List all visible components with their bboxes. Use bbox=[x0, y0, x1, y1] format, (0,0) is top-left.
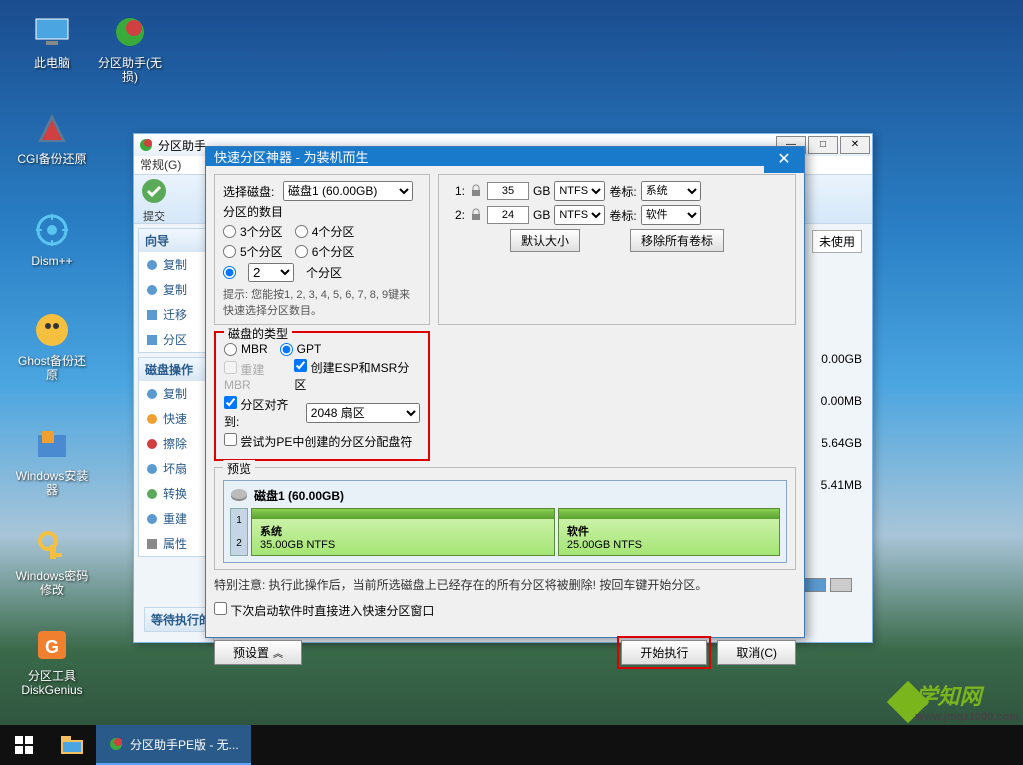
chk-try-pe[interactable]: 尝试为PE中创建的分区分配盘符 bbox=[224, 433, 412, 450]
cancel-button[interactable]: 取消(C) bbox=[717, 640, 796, 665]
left-panel: 向导 复制 复制 迁移 分区 磁盘操作 复制 快速 擦除 坏扇 转换 重建 属性 bbox=[134, 224, 214, 642]
preview-group: 预览 磁盘1 (60.00GB) 1 2 系统 35.00GB bbox=[214, 467, 796, 570]
dialog-title: 快速分区神器 - 为装机而生 bbox=[214, 147, 369, 166]
fs-select-1[interactable]: NTFS bbox=[554, 181, 605, 201]
desktop-icon-partition-assistant[interactable]: 分区助手(无损) bbox=[92, 12, 168, 84]
panel-item[interactable]: 复制 bbox=[139, 277, 208, 302]
panel-item[interactable]: 复制 bbox=[139, 381, 208, 406]
preview-part-2: 软件 25.00GB NTFS bbox=[558, 508, 780, 556]
radio-3parts[interactable]: 3个分区 bbox=[223, 223, 283, 240]
toolbar-submit[interactable]: 提交 bbox=[140, 177, 168, 224]
panel-guide-title: 向导 bbox=[139, 229, 208, 252]
desktop-icon-dism[interactable]: Dism++ bbox=[14, 210, 90, 268]
app-icon bbox=[108, 736, 124, 752]
disk-select[interactable]: 磁盘1 (60.00GB) bbox=[283, 181, 413, 201]
size-input-1[interactable] bbox=[487, 182, 529, 200]
warning-text: 特别注意: 执行此操作后，当前所选磁盘上已经存在的所有分区将被删除! 按回车键开… bbox=[214, 576, 796, 593]
radio-5parts[interactable]: 5个分区 bbox=[223, 243, 283, 260]
close-button[interactable]: ✕ bbox=[840, 136, 870, 154]
desktop-icon-winpass[interactable]: Windows密码修改 bbox=[14, 525, 90, 597]
label-select-2[interactable]: 软件 bbox=[641, 205, 701, 225]
chk-rebuild-mbr[interactable]: 重建MBR bbox=[224, 361, 290, 392]
desktop-icon-this-pc[interactable]: 此电脑 bbox=[14, 12, 90, 70]
preview-legend: 预览 bbox=[223, 460, 255, 477]
fs-select-2[interactable]: NTFS bbox=[554, 205, 605, 225]
chk-create-esp[interactable]: 创建ESP和MSR分区 bbox=[294, 359, 420, 393]
taskbar: 分区助手PE版 - 无... bbox=[0, 725, 1023, 765]
panel-disk-title: 磁盘操作 bbox=[139, 358, 208, 381]
label-select-1[interactable]: 系统 bbox=[641, 181, 701, 201]
panel-item[interactable]: 迁移 bbox=[139, 302, 208, 327]
lock-icon bbox=[469, 208, 483, 222]
menu-general[interactable]: 常规(G) bbox=[140, 156, 181, 174]
chevron-icon: ︽ bbox=[273, 649, 283, 660]
panel-item[interactable]: 快速 bbox=[139, 406, 208, 431]
lock-icon bbox=[469, 184, 483, 198]
panel-item[interactable]: 复制 bbox=[139, 252, 208, 277]
desktop-icon-diskgenius[interactable]: G 分区工具DiskGenius bbox=[14, 625, 90, 697]
preview-index: 1 2 bbox=[230, 508, 248, 556]
desktop-icon-ghost[interactable]: Ghost备份还原 bbox=[14, 310, 90, 382]
hint-text: 提示: 您能按1, 2, 3, 4, 5, 6, 7, 8, 9键来快速选择分区… bbox=[223, 286, 421, 318]
radio-gpt[interactable]: GPT bbox=[280, 342, 322, 356]
part-count-label: 分区的数目 bbox=[223, 203, 421, 220]
col-unused: 未使用 bbox=[812, 230, 862, 253]
panel-item[interactable]: 属性 bbox=[139, 531, 208, 556]
partition-row-1: 1: GB NTFS 卷标: 系统 bbox=[447, 181, 787, 201]
taskbar-explorer-icon[interactable] bbox=[48, 725, 96, 765]
watermark: 学知网 www.jmqz1000.com bbox=[915, 679, 1019, 723]
disk-type-group: 磁盘的类型 MBR GPT 重建MBR 创建ESP和MSR分区 分区对齐到: 2… bbox=[214, 331, 430, 461]
select-disk-label: 选择磁盘: bbox=[223, 183, 283, 200]
preset-button[interactable]: 预设置︽ bbox=[214, 640, 302, 665]
preview-disk-header: 磁盘1 (60.00GB) bbox=[254, 487, 344, 504]
desktop-icon-winsetup[interactable]: Windows安装器 bbox=[14, 425, 90, 497]
app-icon bbox=[138, 137, 154, 153]
radio-6parts[interactable]: 6个分区 bbox=[295, 243, 355, 260]
radio-custom[interactable] bbox=[223, 266, 236, 279]
remove-labels-button[interactable]: 移除所有卷标 bbox=[630, 229, 724, 252]
radio-mbr[interactable]: MBR bbox=[224, 342, 268, 356]
default-size-button[interactable]: 默认大小 bbox=[510, 229, 580, 252]
align-select[interactable]: 2048 扇区 bbox=[306, 403, 420, 423]
custom-count-select[interactable]: 2 bbox=[248, 263, 294, 282]
panel-item[interactable]: 擦除 bbox=[139, 431, 208, 456]
bg-values: 0.00GB 0.00MB 5.64GB 5.41MB bbox=[812, 324, 862, 520]
svg-text:G: G bbox=[45, 637, 59, 657]
dialog-titlebar[interactable]: 快速分区神器 - 为装机而生 ✕ bbox=[206, 147, 804, 166]
desktop-icon-cgi[interactable]: CGI备份还原 bbox=[14, 108, 90, 166]
panel-item[interactable]: 重建 bbox=[139, 506, 208, 531]
chk-align[interactable]: 分区对齐到: bbox=[224, 396, 300, 430]
dialog-footer: 预设置︽ 开始执行 取消(C) bbox=[206, 630, 804, 675]
quick-partition-dialog: 快速分区神器 - 为装机而生 ✕ 选择磁盘: 磁盘1 (60.00GB) 分区的… bbox=[205, 146, 805, 638]
maximize-button[interactable]: □ bbox=[808, 136, 838, 154]
panel-item[interactable]: 坏扇 bbox=[139, 456, 208, 481]
start-button[interactable] bbox=[0, 725, 48, 765]
preview-part-1: 系统 35.00GB NTFS bbox=[251, 508, 555, 556]
dialog-close-button[interactable]: ✕ bbox=[764, 147, 804, 173]
taskbar-app[interactable]: 分区助手PE版 - 无... bbox=[96, 725, 251, 765]
radio-4parts[interactable]: 4个分区 bbox=[295, 223, 355, 240]
panel-item[interactable]: 转换 bbox=[139, 481, 208, 506]
disk-icon bbox=[230, 489, 248, 503]
chk-next-boot[interactable]: 下次启动软件时直接进入快速分区窗口 bbox=[214, 602, 434, 619]
main-title: 分区助手 bbox=[158, 137, 206, 154]
size-input-2[interactable] bbox=[487, 206, 529, 224]
execute-button[interactable]: 开始执行 bbox=[621, 640, 707, 665]
disk-type-legend: 磁盘的类型 bbox=[224, 325, 292, 342]
partition-row-2: 2: GB NTFS 卷标: 软件 bbox=[447, 205, 787, 225]
panel-item[interactable]: 分区 bbox=[139, 327, 208, 352]
